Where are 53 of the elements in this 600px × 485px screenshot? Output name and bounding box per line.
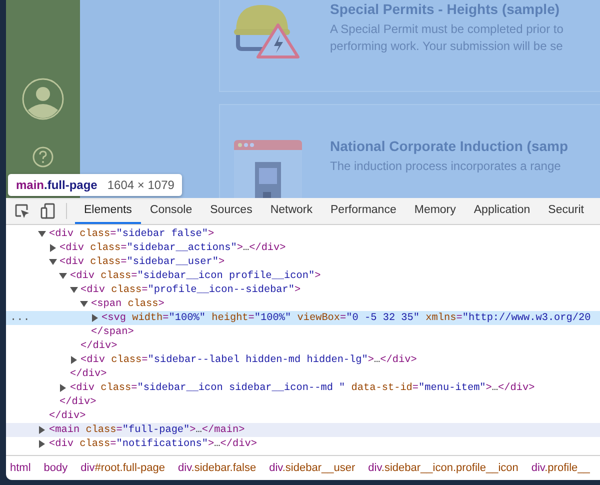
disclosure-triangle-icon[interactable] <box>48 259 56 265</box>
breadcrumb-item[interactable]: body <box>44 462 68 474</box>
inspect-element-icon[interactable] <box>14 203 30 219</box>
dom-node-line[interactable]: <div class="notifications">…</div> <box>49 438 257 450</box>
dom-node-line[interactable]: <svg width="100%" height="100%" viewBox="0 -5 32 35" xmlns="http://www.w3.org/20 <box>102 312 591 324</box>
dom-node-line[interactable]: <div class="sidebar__icon sidebar__icon--md " data-st-id="menu-item">…</div> <box>70 382 535 394</box>
dom-node-line[interactable]: <span class> <box>91 298 164 310</box>
closing-tag-line[interactable]: </div> <box>49 410 86 422</box>
devtools-tab[interactable]: Console <box>140 198 202 224</box>
breadcrumb-item[interactable]: div#root.full-page <box>80 462 166 474</box>
dom-node-line[interactable]: <div class="sidebar__actions">…</div> <box>60 242 286 254</box>
disclosure-triangle-icon[interactable] <box>60 384 66 392</box>
dom-node-line[interactable]: <div class="sidebar__user"> <box>60 256 225 268</box>
device-toolbar-icon[interactable] <box>40 203 56 219</box>
dom-node-line[interactable]: <div class="sidebar false"> <box>49 228 214 240</box>
devtools-tab[interactable]: Application <box>464 198 540 224</box>
disclosure-triangle-icon[interactable] <box>70 287 78 293</box>
card-title: Special Permits - Heights (sample) <box>330 1 561 17</box>
disclosure-triangle-icon[interactable] <box>39 440 45 448</box>
disclosure-triangle-icon[interactable] <box>59 273 67 279</box>
breadcrumb-item[interactable]: div.sidebar.false <box>178 462 256 474</box>
devtools-tab[interactable]: Securit <box>539 198 593 224</box>
browser-building-illustration <box>232 138 304 198</box>
disclosure-triangle-icon[interactable] <box>70 356 76 364</box>
breadcrumb-item[interactable]: div.sidebar__icon.profile__icon <box>368 462 518 474</box>
breadcrumb-item[interactable]: div.profile__ <box>531 462 590 474</box>
disclosure-triangle-icon[interactable] <box>50 244 56 252</box>
disclosure-triangle-icon[interactable] <box>92 314 98 322</box>
devtools-tab[interactable]: Memory <box>405 198 465 224</box>
devtools-tab[interactable]: Network <box>261 198 322 224</box>
card-description-line: performing work. Your submission will be se <box>330 39 564 53</box>
closing-tag-line[interactable]: </div> <box>60 396 96 408</box>
element-size: 1604 × 1079 <box>107 178 174 192</box>
help-icon[interactable] <box>32 146 54 168</box>
devtools-tab[interactable]: Elements <box>75 198 141 224</box>
card-title: National Corporate Induction (samp <box>330 138 568 154</box>
card-description-line: The induction process incorporates a range <box>330 159 562 173</box>
devtools-tab[interactable]: Sources <box>201 198 262 224</box>
selection-gutter-mark: ... <box>10 312 30 324</box>
breadcrumb-item[interactable]: div.sidebar__user <box>269 462 356 474</box>
user-avatar-icon[interactable] <box>22 78 64 120</box>
closing-tag-line[interactable]: </span> <box>91 326 134 338</box>
element-selector: main.full-page <box>16 178 98 192</box>
disclosure-triangle-icon[interactable] <box>38 231 46 237</box>
closing-tag-line[interactable]: </div> <box>80 340 118 352</box>
dom-node-line[interactable]: <div class="sidebar--label hidden-md hidden-lg">…</div> <box>80 354 417 366</box>
dom-node-line[interactable]: <div class="profile__icon--sidebar"> <box>80 284 301 296</box>
devtools-tab[interactable]: Performance <box>322 198 406 224</box>
disclosure-triangle-icon[interactable] <box>39 426 45 434</box>
dom-node-line[interactable]: <div class="sidebar__icon profile__icon"> <box>70 270 321 282</box>
card-description-line: A Special Permit must be completed prior to <box>330 22 564 36</box>
closing-tag-line[interactable]: </div> <box>70 368 107 380</box>
breadcrumb-item[interactable]: html <box>10 462 31 474</box>
